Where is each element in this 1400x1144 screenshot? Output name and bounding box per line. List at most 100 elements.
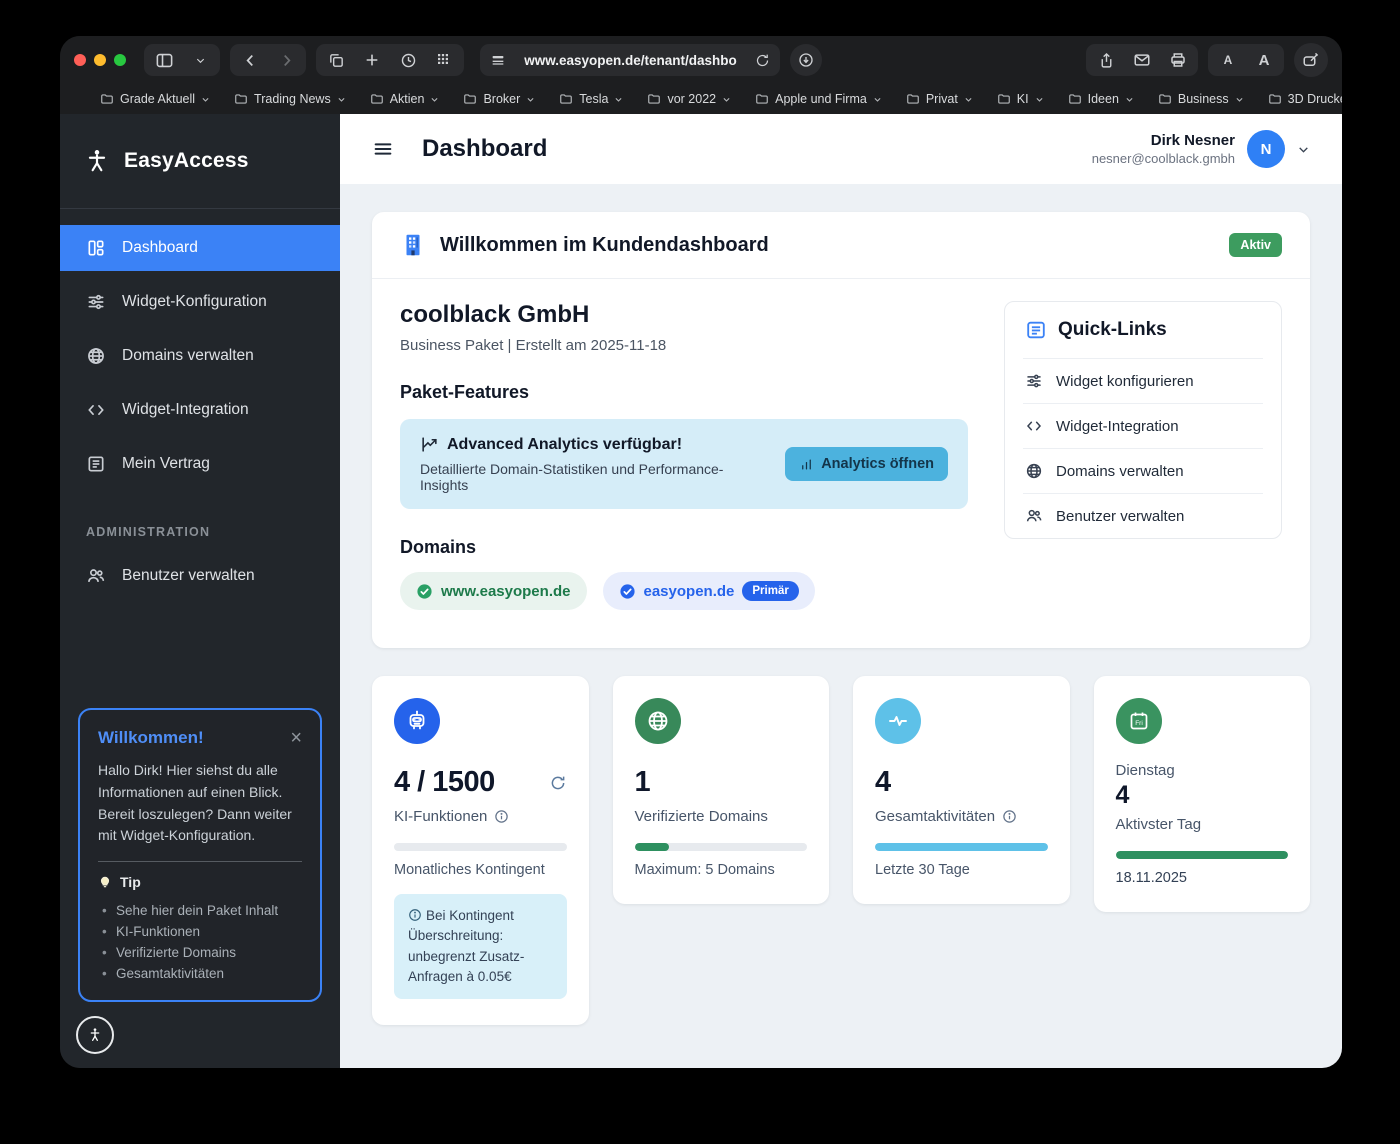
folder-icon <box>234 92 248 106</box>
sidebar-item-widget-integration[interactable]: Widget-Integration <box>60 387 340 433</box>
back-button[interactable] <box>232 46 268 74</box>
new-tab-button[interactable] <box>354 46 390 74</box>
sidebar-section-administration: ADMINISTRATION <box>60 495 340 553</box>
tab-overview-button[interactable] <box>426 46 462 74</box>
sidebar-chevron-button[interactable] <box>182 46 218 74</box>
avatar[interactable]: N <box>1247 130 1285 168</box>
quick-link-benutzer-verwalten[interactable]: Benutzer verwalten <box>1023 493 1263 538</box>
users-icon <box>1025 507 1043 525</box>
bookmark-folder[interactable]: Apple und Firma <box>755 92 882 106</box>
welcome-card: Willkommen im Kundendashboard Aktiv cool… <box>372 212 1310 648</box>
history-button[interactable] <box>390 46 426 74</box>
quota-note: Bei Kontingent Überschreitung: unbegrenz… <box>394 894 567 999</box>
bookmark-folder[interactable]: vor 2022 <box>647 92 731 106</box>
page-header: Dashboard Dirk Nesner nesner@coolblack.g… <box>340 114 1342 184</box>
back-icon <box>242 52 259 69</box>
reload-icon[interactable] <box>755 53 770 68</box>
code-icon <box>86 400 106 420</box>
bookmark-folder[interactable]: Business <box>1158 92 1244 106</box>
domain-chip-primary[interactable]: easyopen.de Primär <box>603 572 815 610</box>
progress-bar <box>635 843 808 851</box>
bookmark-folder[interactable]: Trading News <box>234 92 346 106</box>
quick-link-widget-integration[interactable]: Widget-Integration <box>1023 403 1263 448</box>
stat-label: Gesamtaktivitäten <box>875 808 1048 825</box>
globe-icon <box>86 346 106 366</box>
chevron-down-icon <box>1035 95 1044 104</box>
pulse-icon <box>875 698 921 744</box>
compose-button[interactable] <box>1294 43 1328 77</box>
domain-chip[interactable]: www.easyopen.de <box>400 572 587 610</box>
sidebar-item-widget-konfiguration[interactable]: Widget-Konfiguration <box>60 279 340 325</box>
chevron-down-icon <box>964 95 973 104</box>
bookmark-folder[interactable]: Broker <box>463 92 535 106</box>
chevron-down-icon <box>1235 95 1244 104</box>
share-button[interactable] <box>1088 46 1124 74</box>
sidebar-item-label: Domains verwalten <box>122 347 254 365</box>
chevron-down-icon <box>195 55 206 66</box>
calendar-icon: Fri <box>1116 698 1162 744</box>
stat-label: Verifizierte Domains <box>635 808 808 825</box>
chevron-down-icon <box>201 95 210 104</box>
folder-icon <box>559 92 573 106</box>
brand-name: EasyAccess <box>124 149 249 173</box>
accessibility-icon <box>84 148 110 174</box>
bookmark-folder[interactable]: Tesla <box>559 92 623 106</box>
text-larger-button[interactable]: A <box>1246 46 1282 74</box>
print-icon <box>1169 51 1187 69</box>
bookmark-folder[interactable]: Ideen <box>1068 92 1134 106</box>
quick-link-widget-konfigurieren[interactable]: Widget konfigurieren <box>1023 358 1263 403</box>
user-menu[interactable]: Dirk Nesner nesner@coolblack.gmbh N <box>1092 130 1310 168</box>
hamburger-menu-icon[interactable] <box>372 138 394 160</box>
sidebar-icon <box>155 51 174 70</box>
sidebar-item-mein-vertrag[interactable]: Mein Vertrag <box>60 441 340 487</box>
text-smaller-button[interactable]: A <box>1210 46 1246 74</box>
print-button[interactable] <box>1160 46 1196 74</box>
progress-label: 18.11.2025 <box>1116 870 1289 886</box>
folder-icon <box>647 92 661 106</box>
bookmark-folder[interactable]: 3D Drucker <box>1268 92 1342 106</box>
info-icon[interactable] <box>1002 809 1017 824</box>
stat-top-label: Dienstag <box>1116 762 1289 779</box>
globe-icon <box>635 698 681 744</box>
check-circle-icon <box>619 583 636 600</box>
quick-link-domains-verwalten[interactable]: Domains verwalten <box>1023 448 1263 493</box>
company-name: coolblack GmbH <box>400 301 968 329</box>
sidebar-nav: Dashboard Widget-Konfiguration Domains v… <box>60 209 340 607</box>
forward-button[interactable] <box>268 46 304 74</box>
info-icon[interactable] <box>494 809 509 824</box>
minimize-window-button[interactable] <box>94 54 106 66</box>
stat-value: 4 / 1500 <box>394 766 495 799</box>
sidebar-item-label: Mein Vertrag <box>122 455 210 473</box>
mail-button[interactable] <box>1124 46 1160 74</box>
folder-icon <box>370 92 384 106</box>
address-bar[interactable]: www.easyopen.de/tenant/dashbo <box>480 44 780 76</box>
accessibility-widget-button[interactable] <box>76 1016 114 1054</box>
stats-row: 4 / 1500 KI-Funktionen Monatliches Konti… <box>372 676 1310 1025</box>
analytics-open-button[interactable]: Analytics öffnen <box>785 447 948 481</box>
sidebar-item-dashboard[interactable]: Dashboard <box>60 225 340 271</box>
bookmark-folder[interactable]: Aktien <box>370 92 440 106</box>
sidebar-item-label: Widget-Konfiguration <box>122 293 267 311</box>
sidebar-item-benutzer-verwalten[interactable]: Benutzer verwalten <box>60 553 340 599</box>
tooltip-body: Hallo Dirk! Hier siehst du alle Informat… <box>98 760 302 847</box>
chevron-down-icon <box>430 95 439 104</box>
bookmark-folder[interactable]: Privat <box>906 92 973 106</box>
progress-bar <box>394 843 567 851</box>
zoom-window-button[interactable] <box>114 54 126 66</box>
lightbulb-icon <box>98 875 112 889</box>
plus-icon <box>364 52 380 68</box>
progress-label: Monatliches Kontingent <box>394 862 567 878</box>
close-icon[interactable]: × <box>290 728 302 748</box>
progress-label: Letzte 30 Tage <box>875 862 1048 878</box>
bookmark-folder[interactable]: Grade Aktuell <box>100 92 210 106</box>
chevron-down-icon[interactable] <box>1297 143 1310 156</box>
stat-value: 4 <box>1116 781 1289 810</box>
sidebar-toggle-button[interactable] <box>146 46 182 74</box>
code-icon <box>1025 417 1043 435</box>
close-window-button[interactable] <box>74 54 86 66</box>
tab-copy-button[interactable] <box>318 46 354 74</box>
sidebar-item-domains-verwalten[interactable]: Domains verwalten <box>60 333 340 379</box>
bookmark-folder[interactable]: KI <box>997 92 1044 106</box>
downloads-button[interactable] <box>790 44 822 76</box>
refresh-icon[interactable] <box>549 774 567 792</box>
